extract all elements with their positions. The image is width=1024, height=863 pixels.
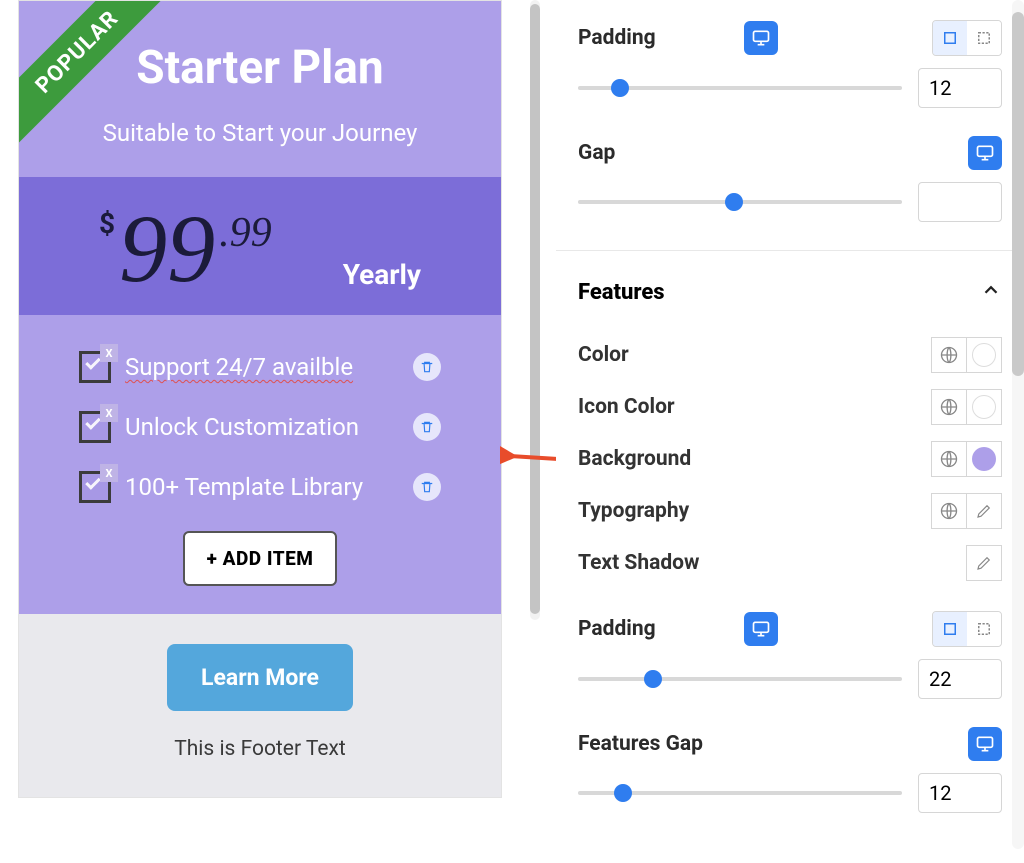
features-section-header[interactable]: Features <box>578 279 1002 305</box>
icon-color-label: Icon Color <box>578 395 931 419</box>
gap-row: Gap <box>578 136 1002 170</box>
color-swatch-button[interactable] <box>966 337 1002 373</box>
edit-icon[interactable] <box>966 545 1002 581</box>
linked-all-sides-icon[interactable] <box>933 21 967 55</box>
settings-panel: Padding Gap Features <box>556 0 1024 849</box>
text-shadow-row: Text Shadow <box>578 537 1002 589</box>
padding-linked-toggle[interactable] <box>932 20 1002 56</box>
features-gap-slider[interactable] <box>578 773 1002 813</box>
pricing-card-preview: POPULAR Starter Plan Suitable to Start y… <box>18 0 502 798</box>
device-responsive-icon[interactable] <box>968 136 1002 170</box>
background-label: Background <box>578 447 931 471</box>
global-icon[interactable] <box>931 441 967 477</box>
global-icon[interactable] <box>931 337 967 373</box>
edit-icon[interactable] <box>966 493 1002 529</box>
padding-linked-toggle[interactable] <box>932 611 1002 647</box>
card-footer: Learn More This is Footer Text <box>19 614 501 797</box>
trash-icon <box>420 420 434 434</box>
feature-text[interactable]: Unlock Customization <box>125 413 399 441</box>
add-item-button[interactable]: + ADD ITEM <box>183 531 338 586</box>
feature-checkbox[interactable]: X <box>79 471 111 503</box>
color-label: Color <box>578 343 931 367</box>
feature-item[interactable]: X Unlock Customization <box>79 411 441 443</box>
padding-label: Padding <box>578 26 732 50</box>
features-gap-input[interactable] <box>918 773 1002 813</box>
price-main: 99 <box>119 201 215 297</box>
gap-label: Gap <box>578 141 956 165</box>
remove-check-icon[interactable]: X <box>100 344 118 362</box>
unlinked-sides-icon[interactable] <box>967 21 1001 55</box>
color-row: Color <box>578 329 1002 381</box>
feature-checkbox[interactable]: X <box>79 411 111 443</box>
footer-text: This is Footer Text <box>19 737 501 761</box>
trash-icon <box>420 360 434 374</box>
features-padding-row: Padding <box>578 611 1002 647</box>
feature-checkbox[interactable]: X <box>79 351 111 383</box>
feature-item[interactable]: X 100+ Template Library <box>79 471 441 503</box>
preview-scrollbar-thumb[interactable] <box>530 4 540 614</box>
section-divider <box>556 250 1024 251</box>
trash-icon <box>420 480 434 494</box>
typography-row: Typography <box>578 485 1002 537</box>
feature-text[interactable]: 100+ Template Library <box>125 473 399 501</box>
panel-scrollbar-thumb[interactable] <box>1012 12 1024 376</box>
learn-more-button[interactable]: Learn More <box>167 644 353 711</box>
features-gap-label: Features Gap <box>578 732 956 756</box>
feature-item[interactable]: X Support 24/7 availble <box>79 351 441 383</box>
price-band: $ 99 .99 Yearly <box>19 177 501 315</box>
padding-row: Padding <box>578 20 1002 56</box>
icon-color-row: Icon Color <box>578 381 1002 433</box>
feature-delete-button[interactable] <box>413 353 441 381</box>
padding-input[interactable] <box>918 68 1002 108</box>
features-padding-input[interactable] <box>918 659 1002 699</box>
unlinked-sides-icon[interactable] <box>967 612 1001 646</box>
feature-delete-button[interactable] <box>413 413 441 441</box>
features-heading: Features <box>578 280 980 305</box>
features-padding-slider[interactable] <box>578 659 1002 699</box>
gap-slider[interactable] <box>578 182 1002 222</box>
padding-slider[interactable] <box>578 68 1002 108</box>
device-responsive-icon[interactable] <box>968 727 1002 761</box>
device-responsive-icon[interactable] <box>744 21 778 55</box>
global-icon[interactable] <box>931 389 967 425</box>
remove-check-icon[interactable]: X <box>100 464 118 482</box>
features-gap-row: Features Gap <box>578 727 1002 761</box>
color-swatch-button[interactable] <box>966 441 1002 477</box>
text-shadow-label: Text Shadow <box>578 551 966 575</box>
linked-all-sides-icon[interactable] <box>933 612 967 646</box>
price-term: Yearly <box>276 258 421 297</box>
global-icon[interactable] <box>931 493 967 529</box>
chevron-up-icon[interactable] <box>980 279 1002 305</box>
features-list: X Support 24/7 availble X Unlock Customi… <box>19 315 501 614</box>
price-cents: .99 <box>219 209 272 257</box>
color-swatch-button[interactable] <box>966 389 1002 425</box>
typography-label: Typography <box>578 499 931 523</box>
card-header: POPULAR Starter Plan Suitable to Start y… <box>19 1 501 177</box>
gap-input[interactable] <box>918 182 1002 222</box>
background-row: Background <box>578 433 1002 485</box>
currency-symbol: $ <box>99 207 115 240</box>
feature-text[interactable]: Support 24/7 availble <box>125 353 399 381</box>
remove-check-icon[interactable]: X <box>100 404 118 422</box>
device-responsive-icon[interactable] <box>744 612 778 646</box>
features-padding-label: Padding <box>578 617 732 641</box>
plan-subtitle: Suitable to Start your Journey <box>39 119 481 147</box>
feature-delete-button[interactable] <box>413 473 441 501</box>
